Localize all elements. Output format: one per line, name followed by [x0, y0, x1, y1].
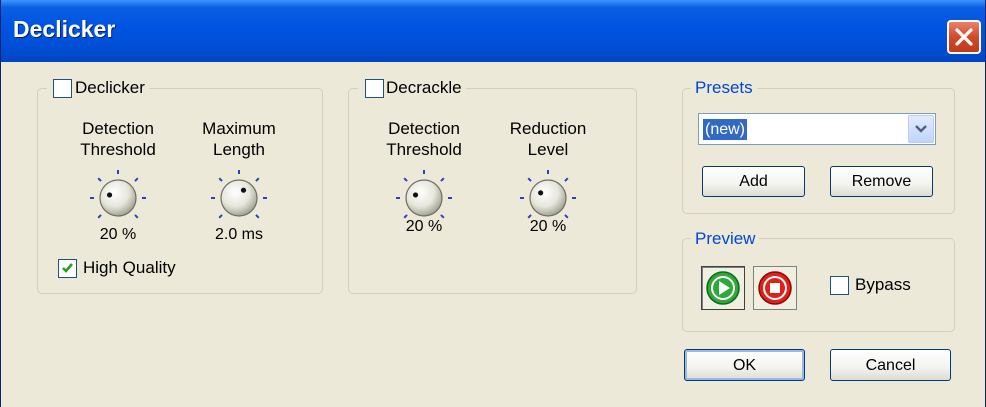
bypass-label: Bypass — [855, 275, 911, 294]
knob-tick — [527, 177, 532, 182]
knob-label-line1: Reduction — [509, 119, 587, 138]
reduction-level-label: Reduction Level — [493, 118, 603, 160]
knob-body — [99, 179, 137, 217]
knob-label-line2: Threshold — [386, 140, 462, 159]
close-icon — [955, 28, 973, 46]
knob-label-line2: Level — [527, 140, 569, 159]
detection-threshold-value: 20 % — [99, 226, 137, 243]
knob-indicator — [106, 192, 113, 198]
decrackle-detection-threshold-value: 20 % — [405, 218, 443, 235]
maximum-length-value: 2.0 ms — [214, 226, 263, 243]
knob-label-line2: Length — [213, 140, 265, 159]
knob-indicator — [412, 192, 419, 198]
maximum-length-knob[interactable] — [206, 165, 272, 231]
stop-icon — [758, 271, 792, 305]
knob-tick — [255, 177, 260, 182]
knob-body — [220, 179, 258, 217]
title-bar: Declicker — [1, 0, 985, 62]
knob-label-line1: Maximum — [202, 119, 276, 138]
knob-label-line2: Threshold — [80, 140, 156, 159]
cancel-button[interactable]: Cancel — [830, 349, 951, 381]
knob-tick — [134, 214, 139, 219]
add-preset-button[interactable]: Add — [702, 166, 805, 197]
bypass-checkbox[interactable] — [830, 276, 849, 295]
knob-tick — [564, 177, 569, 182]
knob-tick — [218, 214, 223, 219]
knob-tick — [97, 177, 102, 182]
decrackle-detection-threshold-label: Detection Threshold — [369, 118, 479, 160]
stop-button[interactable] — [753, 266, 797, 310]
dropdown-arrow-button[interactable] — [908, 115, 934, 143]
knob-indicator — [538, 190, 544, 196]
knob-tick — [134, 177, 139, 182]
knob-label-line1: Detection — [82, 119, 154, 138]
window-title: Declicker — [13, 16, 116, 42]
play-icon — [706, 271, 740, 305]
chevron-down-icon — [915, 125, 927, 133]
high-quality-checkbox[interactable] — [58, 259, 77, 278]
knob-label-line1: Detection — [388, 119, 460, 138]
knob-body — [405, 179, 443, 217]
preset-selected-value: (new) — [703, 119, 748, 140]
declicker-dialog: Declicker Declicker Detection Threshold … — [0, 0, 986, 407]
detection-threshold-knob[interactable] — [85, 165, 151, 231]
high-quality-label: High Quality — [83, 258, 176, 277]
preset-dropdown[interactable]: (new) — [698, 113, 936, 145]
declicker-detection-threshold-label: Detection Threshold — [63, 118, 173, 160]
knob-body — [529, 179, 567, 217]
remove-preset-button[interactable]: Remove — [830, 166, 933, 197]
checkmark-icon — [62, 263, 73, 273]
declicker-checkbox[interactable] — [53, 79, 72, 98]
knob-tick — [255, 214, 260, 219]
play-button[interactable] — [701, 266, 745, 310]
knob-tick — [403, 177, 408, 182]
presets-label: Presets — [691, 78, 757, 98]
maximum-length-label: Maximum Length — [184, 118, 294, 160]
knob-tick — [97, 214, 102, 219]
knob-tick — [440, 177, 445, 182]
close-button[interactable] — [947, 20, 981, 54]
decrackle-checkbox[interactable] — [365, 79, 384, 98]
knob-tick — [218, 177, 223, 182]
preview-label: Preview — [691, 229, 760, 249]
ok-button[interactable]: OK — [684, 349, 805, 381]
reduction-level-value: 20 % — [529, 218, 567, 235]
decrackle-label: Decrackle — [386, 78, 462, 97]
declicker-label: Declicker — [75, 78, 145, 97]
knob-indicator — [240, 187, 247, 193]
